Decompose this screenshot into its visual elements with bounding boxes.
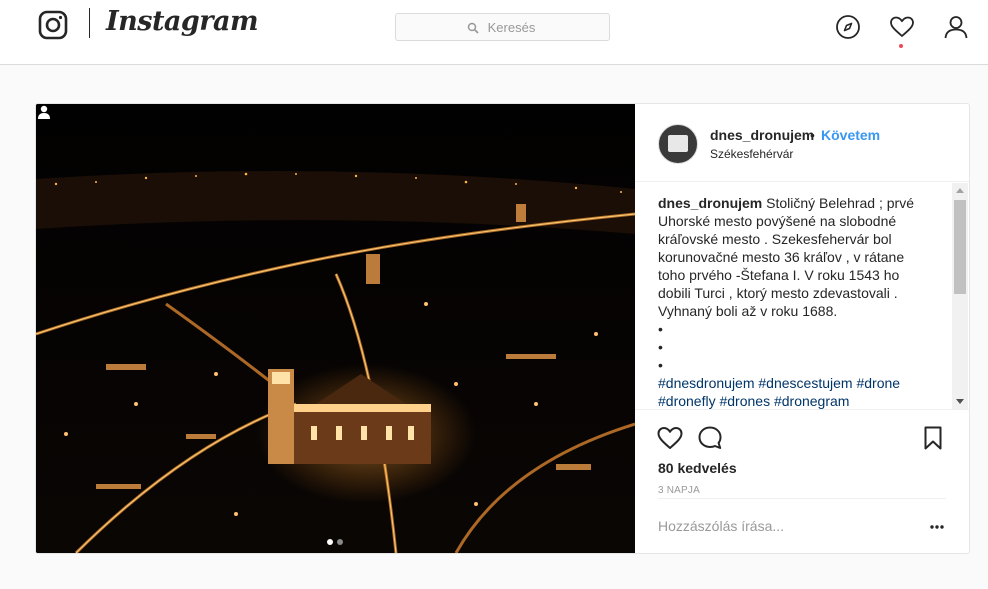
carousel-dot-active[interactable] xyxy=(327,539,333,545)
search-box[interactable] xyxy=(395,13,610,41)
caption-bullet: • xyxy=(658,321,663,337)
user-icon[interactable] xyxy=(943,14,969,40)
notification-dot xyxy=(899,44,903,48)
like-count[interactable]: 80 kedvelés xyxy=(658,460,737,476)
avatar[interactable] xyxy=(658,124,698,164)
logo-divider xyxy=(89,8,90,38)
heart-icon[interactable] xyxy=(889,14,915,40)
post-sidebar: dnes_dronujem • Követem Székesfehérvár d… xyxy=(635,104,969,553)
caption-bullet: • xyxy=(658,339,663,355)
post-caption: dnes_dronujem Stoličný Belehrad ; prvé U… xyxy=(658,194,920,409)
like-heart-icon[interactable] xyxy=(656,424,684,452)
instagram-glyph-icon[interactable] xyxy=(38,10,68,40)
comment-icon[interactable] xyxy=(696,424,724,452)
scrollbar-thumb[interactable] xyxy=(954,200,966,294)
follow-button[interactable]: Követem xyxy=(821,127,880,143)
top-nav: Instagram xyxy=(0,0,988,65)
post-timestamp[interactable]: 3 NAPJA xyxy=(658,485,700,496)
caption-scrollbar[interactable] xyxy=(952,183,968,409)
avatar-image xyxy=(668,135,688,152)
tagged-user-icon[interactable] xyxy=(36,104,52,120)
carousel-indicator xyxy=(327,532,347,550)
caption-scroll-area[interactable]: dnes_dronujem Stoličný Belehrad ; prvé U… xyxy=(635,183,969,409)
caption-username[interactable]: dnes_dronujem xyxy=(658,195,762,211)
post-header: dnes_dronujem • Követem Székesfehérvár xyxy=(635,104,969,182)
hashtag-line[interactable]: #dnesdronujem #dnescestujem #drone xyxy=(658,374,920,392)
instagram-logo[interactable]: Instagram xyxy=(106,6,259,37)
comment-input[interactable] xyxy=(658,499,918,553)
post-location[interactable]: Székesfehérvár xyxy=(710,147,793,161)
carousel-dot[interactable] xyxy=(337,539,343,545)
hashtag-line[interactable]: #dronefly #drones #dronegram xyxy=(658,392,920,409)
post-photo[interactable] xyxy=(36,104,635,553)
search-input[interactable] xyxy=(396,14,609,40)
night-city-aerial-image xyxy=(36,104,635,553)
more-options-icon[interactable] xyxy=(930,525,944,529)
post-actions: 80 kedvelés 3 NAPJA xyxy=(635,409,969,499)
scroll-up-arrow-icon[interactable] xyxy=(956,188,964,193)
post-card: dnes_dronujem • Követem Székesfehérvár d… xyxy=(35,103,970,554)
caption-text: Stoličný Belehrad ; prvé Uhorské mesto p… xyxy=(658,195,914,319)
separator-dot: • xyxy=(810,127,815,143)
bookmark-icon[interactable] xyxy=(919,424,947,452)
post-username[interactable]: dnes_dronujem xyxy=(710,127,814,143)
caption-bullet: • xyxy=(658,357,663,373)
scroll-down-arrow-icon[interactable] xyxy=(956,399,964,404)
comment-bar xyxy=(658,498,946,553)
compass-icon[interactable] xyxy=(835,14,861,40)
